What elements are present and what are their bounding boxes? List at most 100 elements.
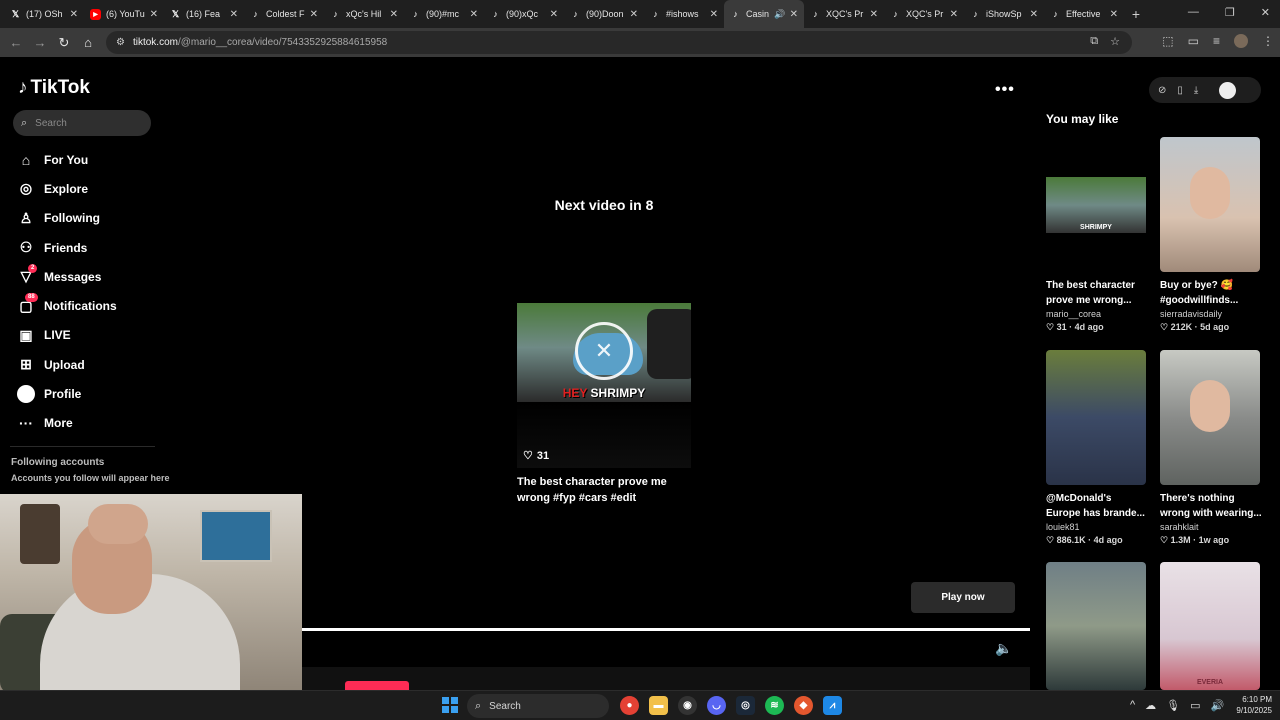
sidebar-item-live[interactable]: ▣ LIVE [17, 321, 157, 350]
site-info-icon[interactable]: ⚙ [116, 37, 125, 48]
system-clock[interactable]: 6:10 PM 9/10/2025 [1228, 694, 1272, 716]
tray-overflow-icon[interactable]: ^ [1130, 699, 1135, 712]
windows-start-icon[interactable] [442, 697, 458, 713]
close-icon[interactable]: ✕ [950, 9, 958, 20]
close-icon[interactable]: ✕ [790, 9, 798, 20]
install-icon[interactable]: ⧉ [1090, 35, 1098, 48]
youtube-icon: ▶ [90, 8, 101, 20]
recommendation-thumbnail [1160, 350, 1260, 485]
recommendation-card[interactable]: EVERIA [1160, 562, 1262, 690]
recommendation-title: Buy or bye? 🥰 #goodwillfinds... [1160, 280, 1239, 306]
discord-icon[interactable]: ◡ [707, 696, 726, 715]
recommendation-title: The best character prove me wrong... [1046, 280, 1135, 306]
back-icon[interactable]: ← [4, 35, 28, 50]
profile-avatar-icon[interactable] [1234, 34, 1248, 48]
close-icon[interactable]: ✕ [550, 9, 558, 20]
tiktok-logo[interactable]: ♪ TikTok [18, 77, 90, 99]
browser-tab[interactable]: ♪ Effective ✕ [1044, 0, 1124, 28]
close-icon[interactable]: ✕ [470, 9, 478, 20]
menu-kebab-icon[interactable]: ⋮ [1262, 34, 1274, 48]
game-icon[interactable]: ◆ [794, 696, 813, 715]
recommendation-author: louiek81 [1046, 522, 1080, 532]
close-icon[interactable]: ✕ [630, 9, 638, 20]
next-video-title[interactable]: The best character prove me wrong #fyp #… [517, 474, 697, 506]
minimize-icon[interactable]: — [1188, 6, 1199, 19]
network-icon[interactable]: ☁ [1145, 699, 1156, 712]
recommendation-thumbnail-caption: SHRIMPY [1080, 224, 1112, 231]
cast-icon[interactable]: ▭ [1188, 34, 1199, 48]
browser-tab[interactable]: 𝕏 (16) Fea ✕ [164, 0, 244, 28]
close-icon[interactable]: ✕ [150, 9, 158, 20]
media-icon[interactable]: ≡ [1213, 34, 1220, 48]
close-icon[interactable]: ✕ [390, 9, 398, 20]
forward-icon[interactable]: → [28, 35, 52, 50]
display-icon[interactable]: ▭ [1190, 699, 1200, 712]
sidebar-item-notifications[interactable]: ▢ 88 Notifications [17, 291, 157, 320]
extensions-icon[interactable]: ⬚ [1162, 34, 1173, 48]
browser-tab[interactable]: ♪ (90)Doon ✕ [564, 0, 644, 28]
new-tab-button[interactable]: + [1124, 6, 1148, 22]
recommendation-thumbnail-face [1190, 380, 1230, 432]
browser-tab[interactable]: 𝕏 (17) OSh ✕ [4, 0, 84, 28]
browser-tab[interactable]: ♪ XQC's Pr ✕ [804, 0, 884, 28]
recommendation-card[interactable]: Buy or bye? 🥰 #goodwillfinds... sierrada… [1160, 137, 1262, 333]
maximize-icon[interactable]: ❐ [1225, 6, 1235, 19]
taskbar-search[interactable]: ⌕ Search [467, 694, 609, 718]
chrome-icon[interactable]: ● [620, 696, 639, 715]
close-icon[interactable]: ✕ [70, 9, 78, 20]
close-window-icon[interactable]: ✕ [1261, 6, 1270, 19]
recommendation-card[interactable]: @McDonald's Europe has brande... louiek8… [1046, 350, 1148, 546]
close-icon[interactable]: ✕ [1030, 9, 1038, 20]
address-bar[interactable]: ⚙ tiktok.com/@mario__corea/video/7543352… [106, 31, 1132, 54]
recommendation-card[interactable]: There's nothing wrong with wearing... sa… [1160, 350, 1262, 546]
more-icon: ··· [19, 415, 33, 432]
bookmark-star-icon[interactable]: ☆ [1110, 35, 1120, 48]
sidebar-item-friends[interactable]: ⚇ Friends [17, 233, 157, 262]
browser-tab[interactable]: ♪ XQC's Pr ✕ [884, 0, 964, 28]
user-avatar[interactable] [1219, 81, 1237, 99]
browser-tab[interactable]: ♪ Coldest F ✕ [244, 0, 324, 28]
browser-tab[interactable]: ▶ (6) YouTu ✕ [84, 0, 164, 28]
reload-icon[interactable]: ↻ [52, 35, 76, 51]
steam-icon[interactable]: ◎ [736, 696, 755, 715]
cancel-autoplay-icon[interactable]: ✕ [575, 322, 633, 380]
recommendation-card[interactable] [1046, 562, 1148, 690]
app-icon[interactable]: ⩘ [823, 696, 842, 715]
speaker-icon[interactable]: 🔊 [1211, 699, 1225, 712]
search-input[interactable]: ⌕ Search [13, 110, 151, 136]
sidebar-item-more[interactable]: ··· More [17, 409, 157, 438]
download-icon[interactable]: ⤓ [1194, 85, 1198, 96]
spotify-icon[interactable]: ≋ [765, 696, 784, 715]
close-icon[interactable]: ✕ [230, 9, 238, 20]
sidebar-item-messages[interactable]: ▽ 2 Messages [17, 262, 157, 291]
browser-tab[interactable]: ♪ (90)xQc ✕ [484, 0, 564, 28]
browser-tab-active[interactable]: ♪ Casin 🔊 ✕ [724, 0, 804, 28]
browser-tab[interactable]: ♪ iShowSp ✕ [964, 0, 1044, 28]
device-icon[interactable]: ▯ [1177, 85, 1183, 96]
sidebar-item-profile[interactable]: Profile [17, 379, 157, 408]
recommendation-card[interactable]: SHRIMPY The best character prove me wron… [1046, 137, 1148, 333]
file-explorer-icon[interactable]: ▬ [649, 696, 668, 715]
close-icon[interactable]: ✕ [310, 9, 318, 20]
red-action-tab[interactable] [345, 681, 409, 690]
tab-title: (90)xQc [506, 9, 539, 19]
recommendation-author: sierradavisdaily [1160, 309, 1223, 319]
close-icon[interactable]: ✕ [710, 9, 718, 20]
speaker-icon[interactable]: 🔊 [774, 9, 785, 20]
browser-tab[interactable]: ♪ (90)#mc ✕ [404, 0, 484, 28]
microphone-icon[interactable]: 🎙 [1166, 699, 1180, 712]
close-icon[interactable]: ✕ [870, 9, 878, 20]
play-now-button[interactable]: Play now [911, 582, 1015, 613]
obs-icon[interactable]: ◉ [678, 696, 697, 715]
next-video-thumbnail[interactable]: HEY SHRIMPY ✕ [517, 303, 691, 402]
volume-icon[interactable]: 🔈 [995, 640, 1012, 657]
browser-tab[interactable]: ♪ #ishows ✕ [644, 0, 724, 28]
compass-small-icon[interactable]: ⊘ [1158, 85, 1166, 96]
browser-tab[interactable]: ♪ xQc's Hil ✕ [324, 0, 404, 28]
home-icon[interactable]: ⌂ [76, 35, 100, 50]
sidebar-item-for-you[interactable]: ⌂ For You [17, 145, 157, 174]
more-options-button[interactable]: ••• [995, 81, 1015, 99]
video-progress-bar[interactable] [302, 628, 1030, 631]
close-icon[interactable]: ✕ [1110, 9, 1118, 20]
sidebar-item-upload[interactable]: ⊞ Upload [17, 350, 157, 379]
